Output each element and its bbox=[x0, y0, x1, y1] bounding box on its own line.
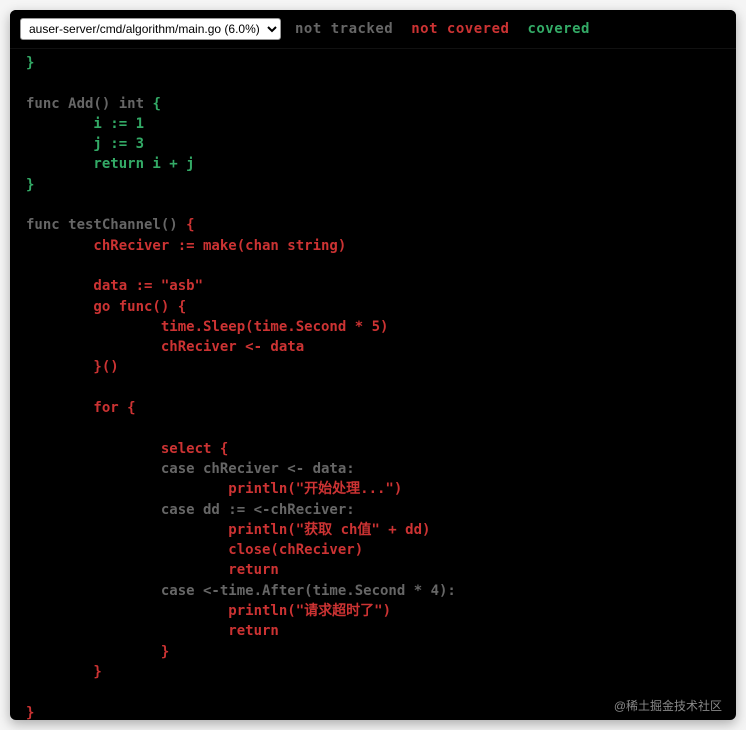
coverage-window: auser-server/cmd/algorithm/main.go (6.0%… bbox=[10, 10, 736, 720]
code-line: chReciver <- data bbox=[26, 339, 304, 355]
header-bar: auser-server/cmd/algorithm/main.go (6.0%… bbox=[10, 10, 736, 49]
legend: not tracked not covered covered bbox=[295, 21, 590, 37]
code-line: close(chReciver) bbox=[26, 542, 363, 558]
legend-covered: covered bbox=[527, 21, 590, 37]
code-line: } bbox=[26, 705, 34, 721]
code-line: for bbox=[26, 400, 127, 416]
code-line: return i + j bbox=[26, 156, 195, 172]
legend-not-covered: not covered bbox=[411, 21, 509, 37]
code-line: } bbox=[26, 644, 169, 660]
code-line: return bbox=[26, 623, 279, 639]
code-line: chReciver := make(chan string) bbox=[26, 238, 346, 254]
file-select[interactable]: auser-server/cmd/algorithm/main.go (6.0%… bbox=[20, 18, 281, 40]
code-line: println("开始处理...") bbox=[26, 481, 402, 497]
code-line: println("请求超时了") bbox=[26, 603, 391, 619]
code-line: select bbox=[26, 441, 220, 457]
code-line: go func() bbox=[26, 299, 178, 315]
code-line: } bbox=[26, 177, 34, 193]
code-line: j := 3 bbox=[26, 136, 144, 152]
legend-not-tracked: not tracked bbox=[295, 21, 393, 37]
code-line: case <-time.After(time.Second * 4): bbox=[26, 583, 456, 599]
watermark: @稀土掘金技术社区 bbox=[614, 697, 722, 714]
code-line: func testChannel() bbox=[26, 217, 186, 233]
code-line: i := 1 bbox=[26, 116, 144, 132]
code-line: data := "asb" bbox=[26, 278, 203, 294]
code-line: case chReciver <- data: bbox=[26, 461, 355, 477]
code-line: case dd := <-chReciver: bbox=[26, 502, 355, 518]
code-line: } bbox=[26, 55, 34, 71]
code-line: func Add() int bbox=[26, 96, 152, 112]
code-line: }() bbox=[26, 359, 119, 375]
code-line: println("获取 ch值" + dd) bbox=[26, 522, 430, 538]
code-line: time.Sleep(time.Second * 5) bbox=[26, 319, 388, 335]
code-line: return bbox=[26, 562, 279, 578]
code-line: } bbox=[26, 664, 102, 680]
code-area: } func Add() int { i := 1 j := 3 return … bbox=[10, 49, 736, 720]
